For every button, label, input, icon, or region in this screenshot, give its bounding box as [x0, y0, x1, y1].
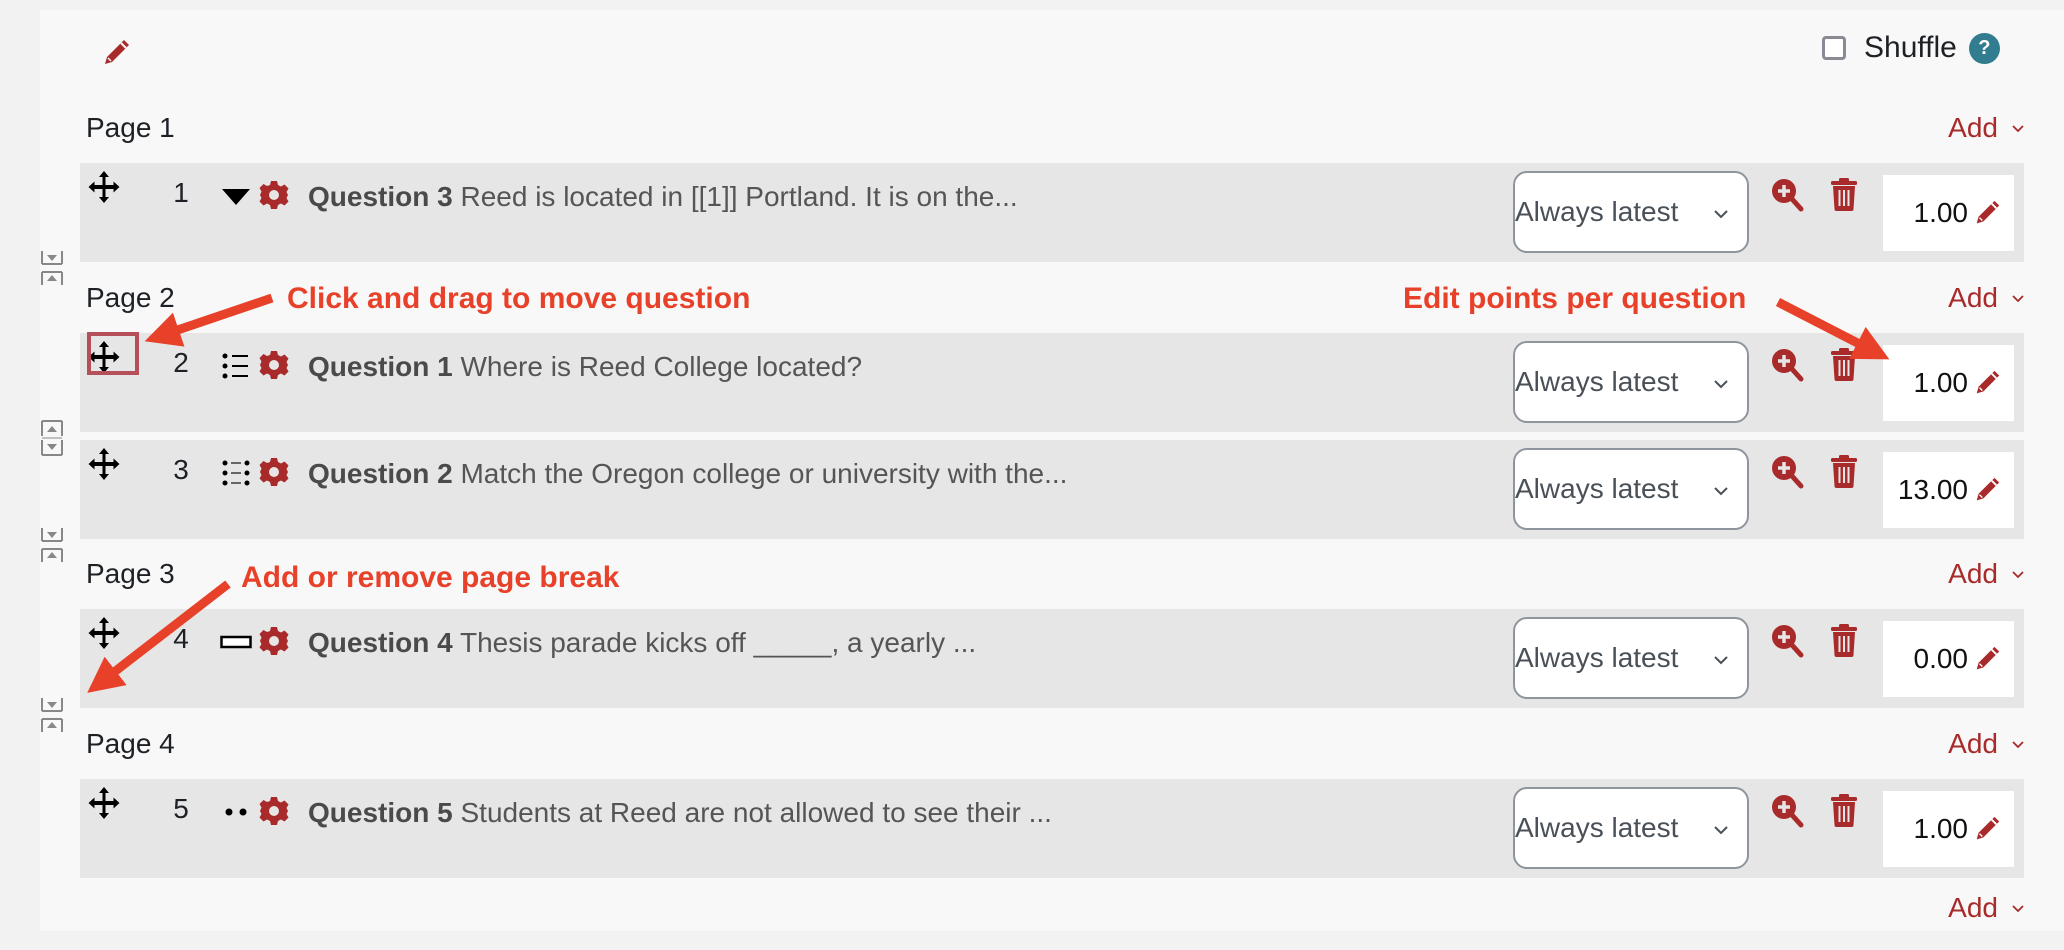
arrow-points — [1775, 298, 1890, 360]
arrow-drag — [144, 293, 274, 347]
annotation-arrows — [87, 293, 1890, 693]
arrow-pagebreak — [87, 580, 231, 693]
